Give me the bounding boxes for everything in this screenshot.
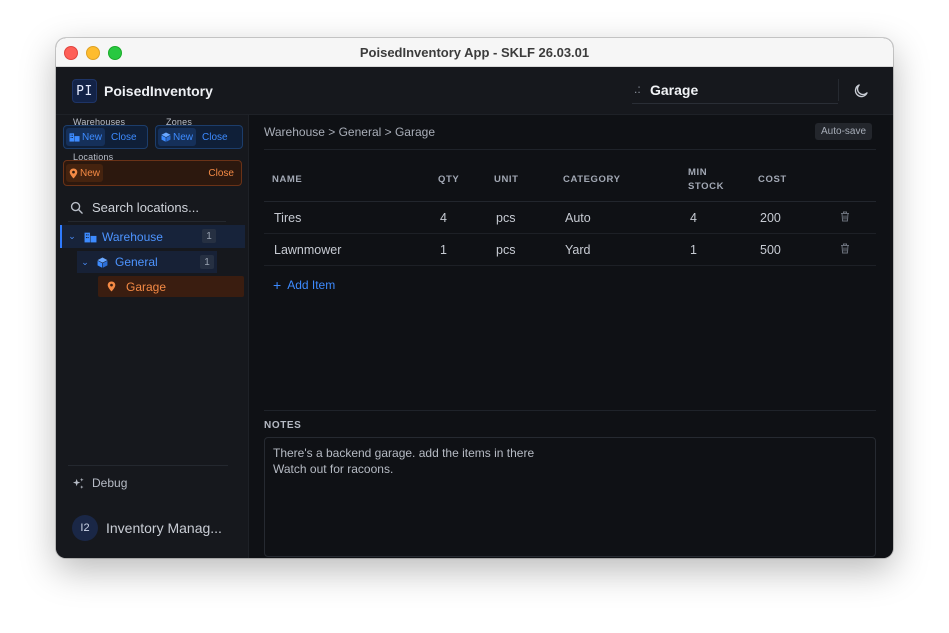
add-item-label: Add Item (287, 278, 336, 292)
app-header: PI PoisedInventory .: (56, 67, 893, 115)
location-prefix: .: (634, 82, 641, 96)
app-window: PoisedInventory App - SKLF 26.03.01 PI P… (56, 38, 893, 558)
app-logo: PI (72, 79, 97, 103)
cell-category[interactable]: Yard (563, 233, 688, 266)
cell-cost[interactable]: 500 (758, 233, 840, 266)
cell-actions (840, 233, 876, 266)
tree-item-label: General (115, 255, 158, 269)
moon-icon[interactable] (852, 82, 870, 100)
cell-name[interactable]: Lawnmower (264, 233, 438, 266)
column-header-cost: COST (758, 159, 840, 202)
new-location-button[interactable]: New (66, 164, 104, 182)
location-name-input[interactable] (650, 77, 830, 103)
map-pin-icon (107, 281, 116, 292)
content-divider (264, 149, 876, 150)
warehouses-actions: New Close (63, 125, 148, 149)
tree-item-garage[interactable]: Garage (98, 276, 244, 297)
debug-label: Debug (92, 476, 128, 490)
item-count-badge: 1 (200, 255, 214, 269)
maximize-window-button[interactable] (108, 46, 122, 60)
tree-item-label: Garage (126, 279, 167, 294)
cell-min-stock[interactable]: 4 (688, 201, 758, 234)
building-icon (69, 133, 80, 142)
app-name: PoisedInventory (104, 83, 213, 99)
new-zone-button[interactable]: New (158, 128, 197, 146)
new-location-label: New (80, 167, 101, 179)
notes-divider (264, 410, 876, 411)
location-name-field: .: (632, 77, 838, 104)
close-location-button[interactable]: Close (205, 164, 237, 182)
column-header-name: NAME (264, 159, 438, 202)
column-header-min-stock-line1: MIN (688, 167, 708, 178)
column-header-unit: UNIT (494, 159, 563, 202)
cell-qty[interactable]: 4 (438, 201, 494, 234)
table-row: Tires 4 pcs Auto 4 200 (264, 201, 876, 234)
autosave-badge: Auto-save (815, 123, 873, 140)
chevron-down-icon[interactable]: ⌄ (66, 231, 78, 242)
cell-name[interactable]: Tires (264, 201, 438, 234)
minimize-window-button[interactable] (86, 46, 100, 60)
plus-icon: + (273, 277, 282, 293)
close-zone-button[interactable]: Close (199, 128, 231, 146)
item-count-badge: 1 (202, 229, 216, 243)
notes-label: NOTES (264, 420, 302, 431)
map-pin-icon (69, 168, 78, 178)
zones-actions: New Close (155, 125, 243, 149)
avatar: I2 (72, 515, 98, 541)
sidebar-divider (68, 465, 228, 466)
notes-textarea[interactable]: There's a backend garage. add the items … (264, 437, 876, 557)
search-icon (70, 201, 83, 214)
building-icon (84, 232, 97, 242)
new-warehouse-button[interactable]: New (66, 128, 106, 146)
sparkles-icon (72, 477, 84, 489)
tree-item-label: Warehouse (102, 229, 163, 244)
cell-category[interactable]: Auto (563, 201, 688, 234)
header-divider (838, 79, 839, 101)
user-name: Inventory Manag... (106, 520, 222, 536)
cube-icon (97, 257, 108, 268)
notes-line: Watch out for racoons. (273, 462, 394, 476)
search-locations-input[interactable] (92, 195, 224, 219)
column-header-min-stock: MIN STOCK (688, 159, 758, 202)
main-content: Warehouse > General > Garage Auto-save N… (249, 115, 893, 558)
column-header-category: CATEGORY (563, 159, 688, 202)
location-search (68, 195, 226, 222)
trash-icon[interactable] (840, 211, 850, 222)
trash-icon[interactable] (840, 243, 850, 254)
window-controls (64, 46, 122, 60)
inventory-table: NAME QTY UNIT CATEGORY MIN STOCK COST Ti… (264, 159, 876, 266)
close-warehouse-button[interactable]: Close (108, 128, 140, 146)
cell-unit[interactable]: pcs (494, 233, 563, 266)
chevron-down-icon[interactable]: ⌄ (79, 257, 91, 268)
tree-item-general[interactable]: ⌄ General 1 (77, 251, 217, 273)
new-zone-label: New (173, 131, 194, 143)
table-header-row: NAME QTY UNIT CATEGORY MIN STOCK COST (264, 159, 876, 202)
debug-button[interactable]: Debug (72, 474, 127, 492)
cell-qty[interactable]: 1 (438, 233, 494, 266)
title-bar: PoisedInventory App - SKLF 26.03.01 (56, 38, 893, 67)
cube-icon (161, 132, 171, 142)
breadcrumb: Warehouse > General > Garage (264, 125, 435, 139)
user-menu[interactable]: I2 Inventory Manag... (72, 515, 232, 541)
new-warehouse-label: New (82, 131, 103, 143)
cell-cost[interactable]: 200 (758, 201, 840, 234)
cell-unit[interactable]: pcs (494, 201, 563, 234)
sidebar: Warehouses New Close Zones New Close Loc… (56, 115, 249, 558)
cell-actions (840, 201, 876, 234)
column-header-min-stock-line2: STOCK (688, 181, 725, 192)
tree-item-warehouse[interactable]: ⌄ Warehouse 1 (60, 225, 245, 248)
table-row: Lawnmower 1 pcs Yard 1 500 (264, 233, 876, 266)
locations-actions: New Close (63, 160, 242, 186)
column-header-actions (840, 159, 876, 202)
add-item-button[interactable]: + Add Item (273, 277, 335, 293)
close-window-button[interactable] (64, 46, 78, 60)
column-header-qty: QTY (438, 159, 494, 202)
cell-min-stock[interactable]: 1 (688, 233, 758, 266)
window-title: PoisedInventory App - SKLF 26.03.01 (359, 44, 590, 60)
notes-line: There's a backend garage. add the items … (273, 446, 535, 460)
